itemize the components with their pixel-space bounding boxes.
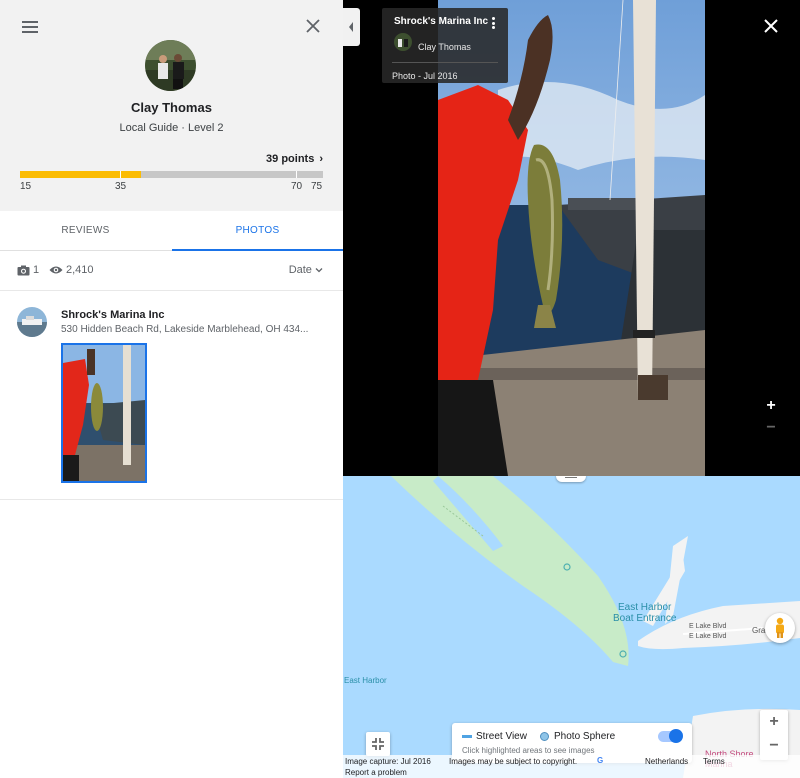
image-capture-date: Image capture: Jul 2016	[345, 757, 431, 766]
map-view[interactable]: East Harbor Boat Entrance East Harbor E …	[343, 476, 800, 778]
photo-count-value: 1	[33, 264, 40, 276]
profile-panel: Clay Thomas Local Guide · Level 2 39 poi…	[0, 0, 343, 778]
level-progress-fill	[20, 171, 142, 178]
map-label-road: E Lake Blvd	[689, 623, 727, 630]
level-progress-bar	[20, 171, 323, 178]
street-view-legend: Street View	[462, 731, 527, 742]
photo-sphere-dot-icon	[540, 732, 549, 741]
street-view-line-icon	[462, 735, 472, 738]
viewer-place-name[interactable]: Shrock's Marina Inc	[394, 16, 488, 27]
viewer-zoom-controls: + −	[757, 395, 785, 441]
map-footer: Image capture: Jul 2016 Images may be su…	[343, 755, 800, 778]
photo-sphere-label: Photo Sphere	[554, 731, 616, 742]
map-label-road: E Lake Blvd	[689, 633, 727, 640]
photo-sphere-legend: Photo Sphere	[540, 731, 615, 742]
progress-tick-label: 75	[311, 181, 323, 192]
progress-tick	[296, 171, 297, 178]
info-divider	[392, 62, 498, 63]
photo-date: Photo - Jul 2016	[392, 71, 458, 81]
terms-link[interactable]: Terms	[703, 757, 725, 766]
photo-viewer: Shrock's Marina Inc Clay Thomas Photo - …	[343, 0, 800, 476]
contribution-tabs: REVIEWS PHOTOS	[0, 211, 343, 251]
photo-thumbnail[interactable]	[61, 343, 147, 483]
avatar[interactable]	[145, 40, 196, 91]
place-address: 530 Hidden Beach Rd, Lakeside Marblehead…	[61, 324, 309, 335]
eye-icon	[49, 266, 63, 274]
progress-tick-label: 70	[291, 181, 303, 192]
menu-icon[interactable]	[20, 18, 40, 36]
progress-tick-label: 15	[20, 181, 32, 192]
google-logo: G	[597, 756, 604, 765]
progress-tick	[120, 171, 121, 178]
pegman-icon[interactable]	[765, 613, 795, 643]
view-count-value: 2,410	[66, 264, 94, 276]
close-panel-icon[interactable]	[303, 16, 323, 36]
points-label: 39 points	[266, 153, 315, 165]
collapse-panel-button[interactable]	[343, 8, 360, 46]
map-label-harbor-entrance: East Harbor Boat Entrance	[613, 602, 677, 624]
local-guide-level: Local Guide · Level 2	[119, 122, 224, 134]
viewer-user-avatar[interactable]	[394, 33, 412, 51]
country-label[interactable]: Netherlands	[645, 757, 688, 766]
street-view-label: Street View	[476, 731, 527, 742]
profile-name: Clay Thomas	[131, 100, 212, 115]
place-name-link[interactable]: Shrock's Marina Inc	[61, 309, 165, 321]
sort-label: Date	[288, 264, 312, 276]
resize-handle[interactable]	[556, 476, 586, 482]
viewer-zoom-out-icon[interactable]: −	[757, 417, 785, 439]
collapse-arrows-icon	[372, 738, 384, 750]
more-options-icon[interactable]	[488, 17, 498, 31]
chevron-right-icon: ›	[319, 153, 323, 165]
photo-count: 1	[17, 264, 39, 276]
progress-tick-label: 35	[115, 181, 127, 192]
profile-header: Clay Thomas Local Guide · Level 2 39 poi…	[0, 0, 343, 211]
viewer-zoom-in-icon[interactable]: +	[757, 395, 785, 417]
place-avatar[interactable]	[17, 307, 47, 337]
points-link[interactable]: 39 points ›	[266, 153, 323, 165]
photo-info-card: Shrock's Marina Inc Clay Thomas Photo - …	[382, 8, 508, 83]
layers-hint: Click highlighted areas to see images	[462, 746, 595, 755]
viewer-user-name[interactable]: Clay Thomas	[418, 42, 471, 52]
camera-icon	[17, 265, 30, 275]
report-problem-link[interactable]: Report a problem	[345, 768, 407, 777]
photo-entry: Shrock's Marina Inc 530 Hidden Beach Rd,…	[0, 291, 343, 500]
imagery-toggle[interactable]	[658, 729, 683, 743]
exit-fullscreen-button[interactable]	[366, 732, 390, 756]
map-zoom-controls: + −	[760, 710, 788, 760]
sort-dropdown[interactable]: Date	[289, 264, 323, 276]
tab-reviews[interactable]: REVIEWS	[0, 211, 171, 251]
map-zoom-in-icon[interactable]: +	[760, 710, 788, 734]
view-count: 2,410	[49, 264, 94, 276]
close-viewer-icon[interactable]	[763, 18, 779, 34]
copyright-notice: Images may be subject to copyright.	[449, 757, 578, 766]
map-label-east-harbor: East Harbor	[344, 676, 387, 685]
tab-photos[interactable]: PHOTOS	[172, 211, 343, 251]
chevron-down-icon	[315, 268, 323, 273]
photo-stats-bar: 1 2,410 Date	[0, 251, 343, 291]
chevron-left-icon	[349, 22, 353, 32]
